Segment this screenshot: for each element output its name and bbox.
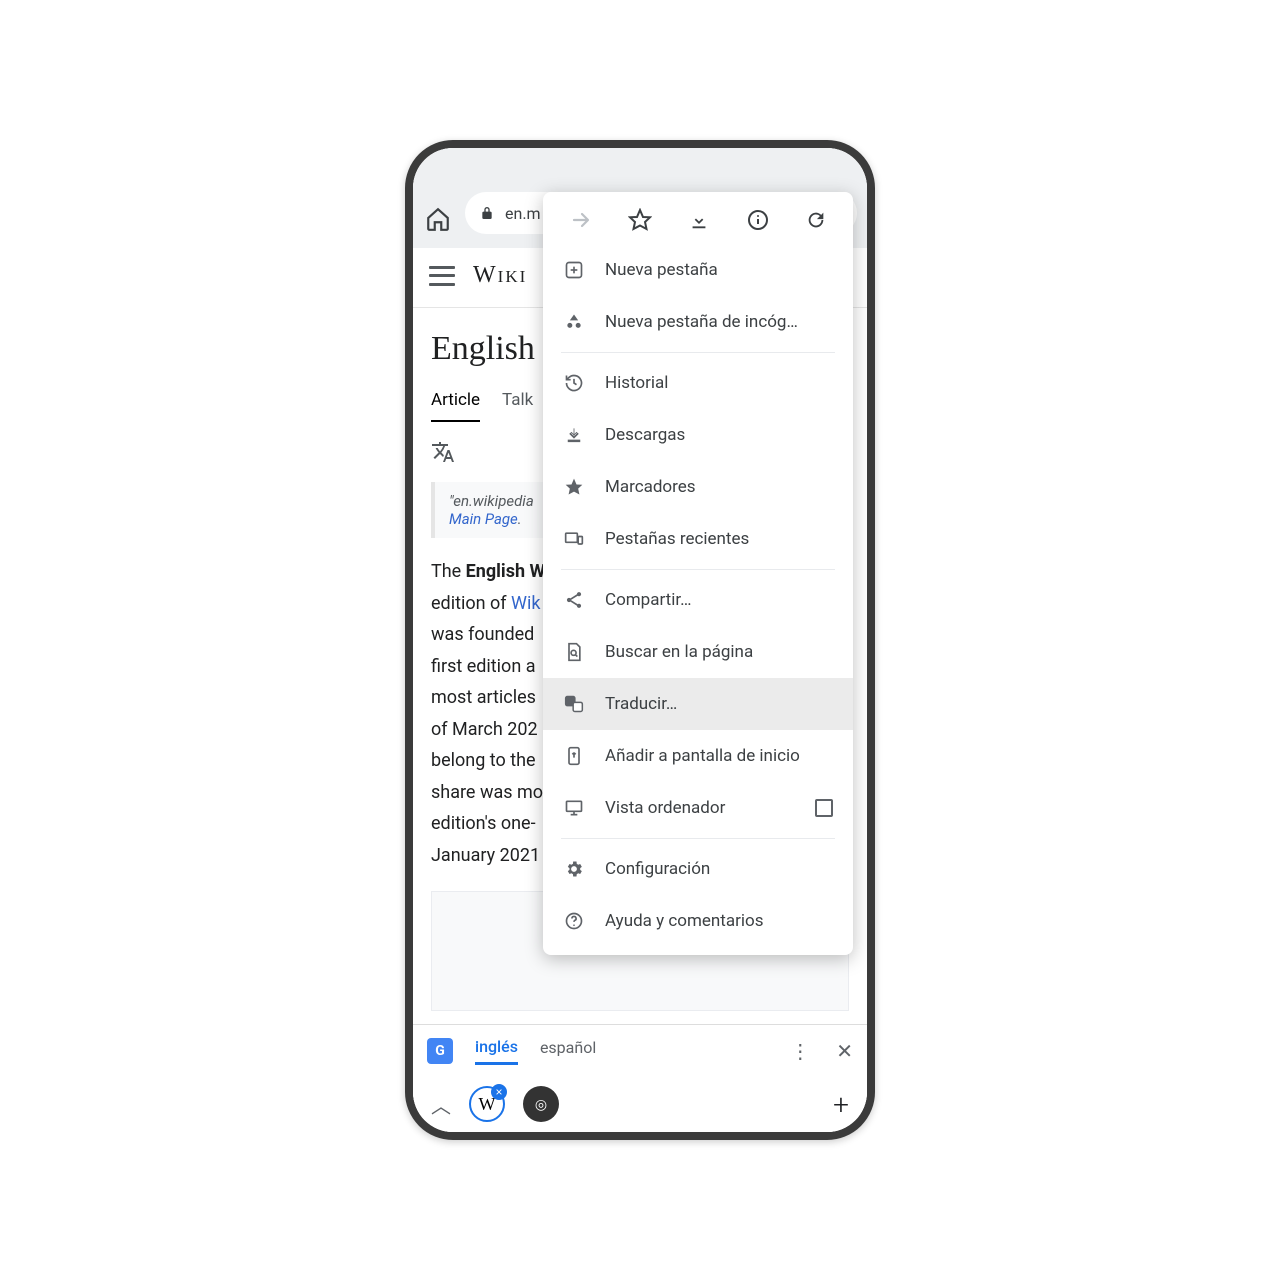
menu-label: Buscar en la página xyxy=(605,642,753,662)
menu-label: Añadir a pantalla de inicio xyxy=(605,746,800,766)
menu-label: Vista ordenador xyxy=(605,798,725,818)
menu-label: Marcadores xyxy=(605,477,696,497)
menu-label: Historial xyxy=(605,373,668,393)
menu-history[interactable]: Historial xyxy=(543,357,853,409)
google-translate-icon: G xyxy=(427,1038,453,1064)
tab-chip-wikipedia[interactable]: W × xyxy=(469,1086,505,1122)
download-icon[interactable] xyxy=(688,209,710,231)
translate-icon: G xyxy=(563,694,585,714)
tab-article[interactable]: Article xyxy=(431,390,480,422)
tab-talk[interactable]: Talk xyxy=(502,390,533,422)
phone-frame: en.m Wiki English Article Talk "en.wikip… xyxy=(405,140,875,1140)
translate-close-icon[interactable]: ✕ xyxy=(836,1039,853,1063)
plus-square-icon xyxy=(563,260,585,280)
menu-separator xyxy=(561,352,835,353)
help-icon xyxy=(563,911,585,931)
devices-icon xyxy=(563,529,585,549)
menu-desktop[interactable]: Vista ordenador xyxy=(543,782,853,834)
find-in-page-icon xyxy=(563,642,585,662)
wikipedia-link[interactable]: Wik xyxy=(511,593,540,614)
menu-label: Pestañas recientes xyxy=(605,529,749,549)
menu-downloads[interactable]: Descargas xyxy=(543,409,853,461)
new-tab-plus-icon[interactable]: + xyxy=(833,1088,849,1121)
menu-separator xyxy=(561,838,835,839)
close-badge-icon[interactable]: × xyxy=(491,1084,507,1100)
hamburger-menu-icon[interactable] xyxy=(429,266,455,286)
redirect-text: "en.wikipedia xyxy=(449,492,534,510)
menu-translate[interactable]: G Traducir… xyxy=(543,678,853,730)
main-page-link[interactable]: Main Page xyxy=(449,510,518,528)
desktop-icon xyxy=(563,798,585,818)
menu-add-home[interactable]: Añadir a pantalla de inicio xyxy=(543,730,853,782)
translate-lang-english[interactable]: inglés xyxy=(475,1037,518,1065)
menu-find[interactable]: Buscar en la página xyxy=(543,626,853,678)
chevron-up-icon[interactable]: ︿ xyxy=(431,1090,451,1119)
desktop-checkbox[interactable] xyxy=(815,799,833,817)
menu-label: Ayuda y comentarios xyxy=(605,911,763,931)
menu-separator xyxy=(561,569,835,570)
menu-label: Compartir… xyxy=(605,590,691,610)
translate-more-icon[interactable]: ⋮ xyxy=(790,1039,810,1063)
menu-label: Traducir… xyxy=(605,694,677,714)
bookmark-star-icon xyxy=(563,477,585,497)
tab-chip-other[interactable]: ◎ xyxy=(523,1086,559,1122)
add-to-home-icon xyxy=(563,746,585,766)
downloads-icon xyxy=(563,425,585,445)
incognito-icon xyxy=(563,312,585,332)
wiki-logo-text[interactable]: Wiki xyxy=(473,262,527,289)
star-icon[interactable] xyxy=(628,208,652,232)
menu-bookmarks[interactable]: Marcadores xyxy=(543,461,853,513)
gear-icon xyxy=(563,859,585,879)
menu-icon-row xyxy=(543,192,853,244)
menu-recent-tabs[interactable]: Pestañas recientes xyxy=(543,513,853,565)
translate-lang-spanish[interactable]: español xyxy=(540,1038,596,1063)
menu-settings[interactable]: Configuración xyxy=(543,843,853,895)
menu-label: Descargas xyxy=(605,425,685,445)
history-icon xyxy=(563,373,585,393)
info-icon[interactable] xyxy=(746,208,770,232)
bottom-tab-strip: ︿ W × ◎ + xyxy=(413,1076,867,1132)
menu-label: Nueva pestaña xyxy=(605,260,718,280)
home-button[interactable] xyxy=(423,204,453,234)
svg-text:G: G xyxy=(568,699,573,705)
reload-icon[interactable] xyxy=(805,209,827,231)
menu-incognito[interactable]: Nueva pestaña de incóg… xyxy=(543,296,853,348)
translate-bar: G inglés español ⋮ ✕ xyxy=(413,1024,867,1076)
forward-icon[interactable] xyxy=(569,208,593,232)
url-text: en.m xyxy=(505,204,541,223)
overflow-menu: Nueva pestaña Nueva pestaña de incóg… Hi… xyxy=(543,192,853,955)
menu-help[interactable]: Ayuda y comentarios xyxy=(543,895,853,947)
menu-new-tab[interactable]: Nueva pestaña xyxy=(543,244,853,296)
menu-label: Configuración xyxy=(605,859,710,879)
menu-label: Nueva pestaña de incóg… xyxy=(605,312,798,332)
menu-share[interactable]: Compartir… xyxy=(543,574,853,626)
screen: en.m Wiki English Article Talk "en.wikip… xyxy=(413,148,867,1132)
share-icon xyxy=(563,590,585,610)
lock-icon xyxy=(479,205,495,221)
